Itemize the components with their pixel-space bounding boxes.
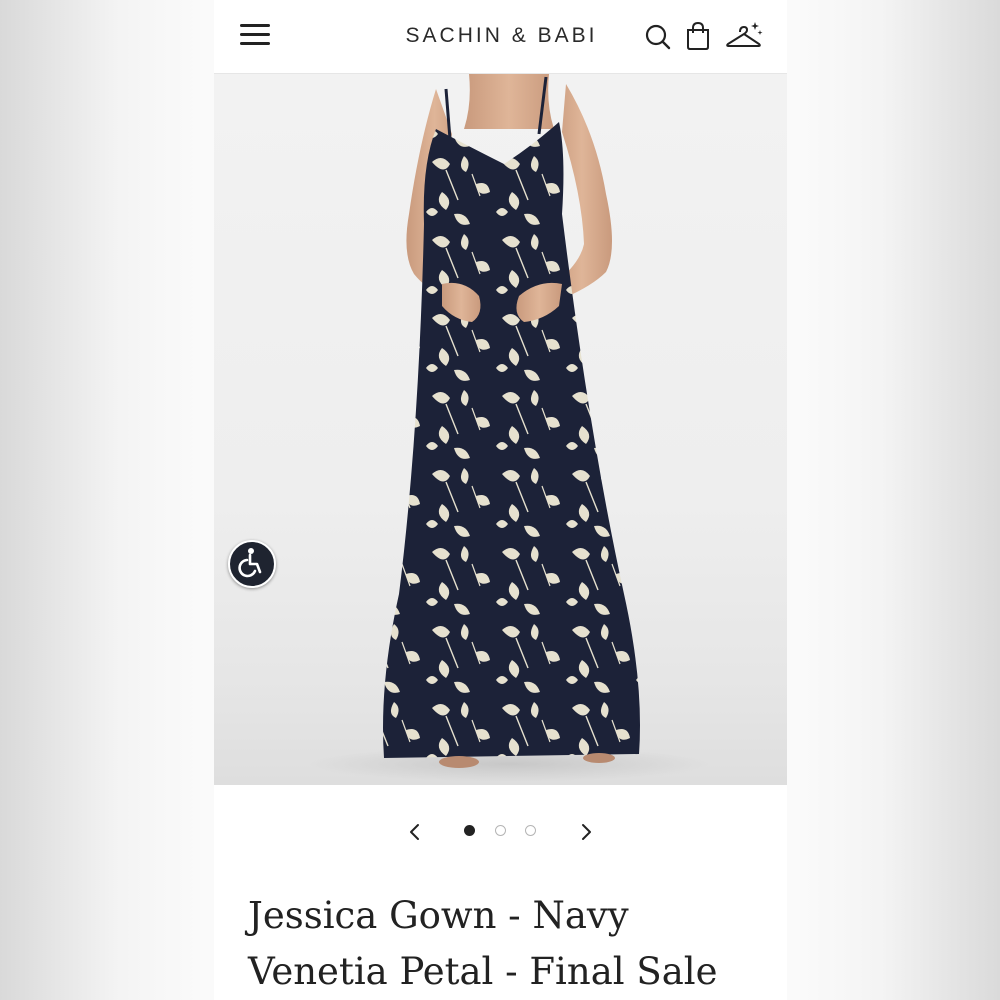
hamburger-menu-icon[interactable] xyxy=(240,24,270,46)
chevron-left-icon[interactable] xyxy=(405,821,425,843)
site-header: SACHIN & BABI xyxy=(214,0,787,74)
product-title-line-2: Venetia Petal - Final Sale xyxy=(248,950,718,993)
image-carousel-controls xyxy=(214,785,787,880)
search-icon[interactable] xyxy=(643,20,673,52)
model-illustration xyxy=(309,74,709,782)
product-image[interactable] xyxy=(214,74,787,785)
brand-logo[interactable]: SACHIN & BABI xyxy=(389,22,614,50)
hanger-sparkle-icon[interactable] xyxy=(724,20,764,52)
product-title-line-1: Jessica Gown - Navy xyxy=(248,894,629,937)
shopping-bag-icon[interactable] xyxy=(684,20,714,52)
carousel-dot-2[interactable] xyxy=(495,825,506,836)
phone-viewport: SACHIN & BABI Jessica Gown - Navy Veneti… xyxy=(214,0,787,1000)
carousel-dot-3[interactable] xyxy=(525,825,536,836)
carousel-dot-1[interactable] xyxy=(464,825,475,836)
product-title: Jessica Gown - Navy Venetia Petal - Fina… xyxy=(248,888,768,1000)
chevron-right-icon[interactable] xyxy=(576,821,596,843)
wheelchair-accessibility-icon[interactable] xyxy=(228,540,276,588)
